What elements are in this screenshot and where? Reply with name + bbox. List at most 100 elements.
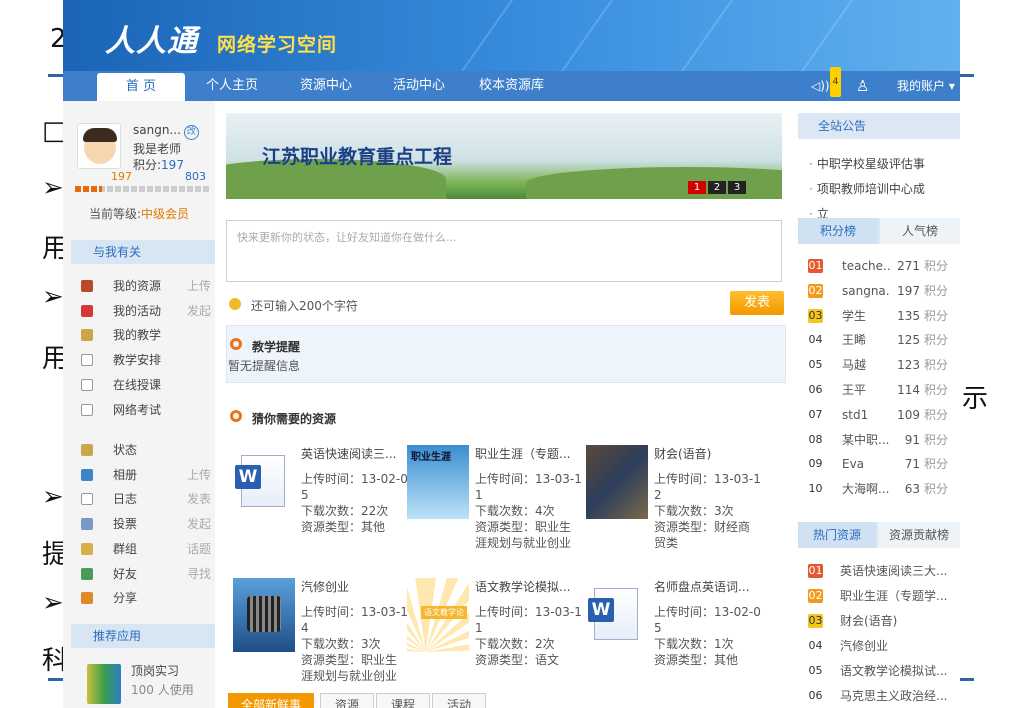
tab-hot-resources[interactable]: 热门资源 xyxy=(798,522,876,548)
rank-name[interactable]: teache... xyxy=(842,256,890,276)
tab-home[interactable]: 首 页 xyxy=(97,73,185,101)
tab-points-rank[interactable]: 积分榜 xyxy=(798,218,878,244)
social-item[interactable]: 群组 话题 xyxy=(81,539,211,559)
resource-title[interactable]: 语文教学论模拟... xyxy=(475,578,585,595)
rank-name[interactable]: 王睎 xyxy=(842,330,890,350)
ranking-row[interactable]: 06 王平 114 积分 xyxy=(808,380,958,400)
announcement-item[interactable]: 项职教师培训中心成 xyxy=(809,180,925,197)
resource-card[interactable]: W 英语快速阅读三... 上传时间：13-02-0 5 下载次数：22次 资源类型：… xyxy=(233,445,411,565)
rank-name[interactable]: 王平 xyxy=(842,380,890,400)
related-action[interactable]: 上传 xyxy=(187,276,211,296)
internship-app-icon[interactable] xyxy=(87,664,121,704)
ranking-row[interactable]: 05 马越 123 积分 xyxy=(808,355,958,375)
social-action[interactable]: 上传 xyxy=(187,465,211,485)
resource-card[interactable]: 汽修创业 上传时间：13-03-1 4 下载次数：3次 资源类型：职业生 涯规划与… xyxy=(233,578,411,698)
resource-card[interactable]: 职业生涯 职业生涯（专题... 上传时间：13-03-1 1 下载次数：4次 资源类… xyxy=(407,445,585,565)
related-item[interactable]: 在线授课 xyxy=(81,375,211,395)
hot-resource-row[interactable]: 03 财会(语音) xyxy=(808,611,958,631)
banner-carousel[interactable]: 江苏职业教育重点工程 123 xyxy=(226,113,782,199)
resource-title[interactable]: 名师盘点英语词... xyxy=(654,578,764,595)
hot-resource-row[interactable]: 01 英语快速阅读三大... xyxy=(808,561,958,581)
resource-title[interactable]: 汽修创业 xyxy=(301,578,411,595)
tab-activities[interactable]: 活动中心 xyxy=(393,71,445,101)
carousel-page-3[interactable]: 3 xyxy=(728,181,746,194)
resource-card[interactable]: 财会(语音) 上传时间：13-03-1 2 下载次数：3次 资源类型：财经商 贸类 xyxy=(586,445,764,565)
related-item[interactable]: 我的资源 上传 xyxy=(81,276,211,296)
social-item[interactable]: 日志 发表 xyxy=(81,489,211,509)
related-item[interactable]: 我的教学 xyxy=(81,325,211,345)
account-menu[interactable]: 我的账户 ▾ xyxy=(897,71,955,101)
app-name[interactable]: 顶岗实习 xyxy=(131,662,179,679)
post-button[interactable]: 发表 xyxy=(730,291,784,315)
ranking-row[interactable]: 03 学生 135 积分 xyxy=(808,306,958,326)
rank-name[interactable]: 某中职... xyxy=(842,430,890,450)
social-item[interactable]: 好友 寻找 xyxy=(81,564,211,584)
resource-card[interactable]: 语文教学论 语文教学论模拟... 上传时间：13-03-1 1 下载次数：2次 资源… xyxy=(407,578,585,698)
hot-resource-title[interactable]: 马克思主义政治经... xyxy=(840,686,952,706)
social-item[interactable]: 投票 发起 xyxy=(81,514,211,534)
tab-school-library[interactable]: 校本资源库 xyxy=(479,71,544,101)
logo-text[interactable]: 网络学习空间 xyxy=(217,30,337,57)
resource-thumbnail[interactable]: W xyxy=(586,578,648,652)
section-related[interactable]: 与我有关 xyxy=(71,240,215,264)
hot-resource-title[interactable]: 汽修创业 xyxy=(840,636,952,656)
logo-script[interactable]: 人人通 xyxy=(105,16,198,60)
tab-resources[interactable]: 资源中心 xyxy=(300,71,352,101)
ranking-row[interactable]: 02 sangna... 197 积分 xyxy=(808,281,958,301)
rank-name[interactable]: 学生 xyxy=(842,306,890,326)
tab-popularity-rank[interactable]: 人气榜 xyxy=(880,218,960,244)
social-item[interactable]: 状态 xyxy=(81,440,211,460)
hot-resource-title[interactable]: 语文教学论模拟试... xyxy=(840,661,952,681)
rank-name[interactable]: std1 xyxy=(842,405,890,425)
carousel-page-1[interactable]: 1 xyxy=(688,181,706,194)
resource-title[interactable]: 职业生涯（专题... xyxy=(475,445,585,462)
person-icon[interactable]: ♙ xyxy=(856,71,869,101)
hot-resource-title[interactable]: 英语快速阅读三大... xyxy=(840,561,952,581)
rank-name[interactable]: 大海啊... xyxy=(842,479,890,499)
social-action[interactable]: 话题 xyxy=(187,539,211,559)
tab-contributors[interactable]: 资源贡献榜 xyxy=(878,522,960,548)
announcements-title[interactable]: 全站公告 xyxy=(818,113,866,139)
avatar[interactable] xyxy=(77,123,121,169)
related-item[interactable]: 我的活动 发起 xyxy=(81,301,211,321)
resource-thumbnail[interactable] xyxy=(586,445,648,519)
related-item[interactable]: 教学安排 xyxy=(81,350,211,370)
social-action[interactable]: 发表 xyxy=(187,489,211,509)
hot-resource-row[interactable]: 02 职业生涯（专题学... xyxy=(808,586,958,606)
hot-resource-row[interactable]: 04 汽修创业 xyxy=(808,636,958,656)
resource-thumbnail[interactable] xyxy=(233,578,295,652)
resource-card[interactable]: W 名师盘点英语词... 上传时间：13-02-0 5 下载次数：1次 资源类型：其… xyxy=(586,578,764,698)
speaker-icon[interactable]: ◁)) 4 xyxy=(811,67,842,101)
social-action[interactable]: 发起 xyxy=(187,514,211,534)
hot-resource-row[interactable]: 06 马克思主义政治经... xyxy=(808,686,958,706)
smiley-icon[interactable] xyxy=(229,298,241,310)
rank-name[interactable]: Eva xyxy=(842,454,890,474)
related-action[interactable]: 发起 xyxy=(187,301,211,321)
resource-thumbnail[interactable]: W xyxy=(233,445,295,519)
ranking-row[interactable]: 01 teache... 271 积分 xyxy=(808,256,958,276)
social-item[interactable]: 分享 xyxy=(81,588,211,608)
resource-thumbnail[interactable]: 职业生涯 xyxy=(407,445,469,519)
ranking-row[interactable]: 07 std1 109 积分 xyxy=(808,405,958,425)
rank-name[interactable]: sangna... xyxy=(842,281,890,301)
resource-title[interactable]: 英语快速阅读三... xyxy=(301,445,411,462)
ranking-row[interactable]: 04 王睎 125 积分 xyxy=(808,330,958,350)
ranking-row[interactable]: 10 大海啊... 63 积分 xyxy=(808,479,958,499)
ranking-row[interactable]: 09 Eva 71 积分 xyxy=(808,454,958,474)
status-input[interactable]: 快来更新你的状态，让好友知道你在做什么... xyxy=(226,220,782,282)
announcement-item[interactable]: 中职学校星级评估事 xyxy=(809,155,925,172)
user-name[interactable]: sangn... xyxy=(133,123,181,137)
edit-profile-icon[interactable]: 改 xyxy=(183,125,199,140)
hot-resource-title[interactable]: 职业生涯（专题学... xyxy=(840,586,952,606)
tab-personal[interactable]: 个人主页 xyxy=(206,71,258,101)
hot-resource-title[interactable]: 财会(语音) xyxy=(840,611,952,631)
ranking-row[interactable]: 08 某中职... 91 积分 xyxy=(808,430,958,450)
resource-title[interactable]: 财会(语音) xyxy=(654,445,764,462)
related-item[interactable]: 网络考试 xyxy=(81,400,211,420)
resource-thumbnail[interactable]: 语文教学论 xyxy=(407,578,469,652)
rank-name[interactable]: 马越 xyxy=(842,355,890,375)
social-action[interactable]: 寻找 xyxy=(187,564,211,584)
carousel-page-2[interactable]: 2 xyxy=(708,181,726,194)
social-item[interactable]: 相册 上传 xyxy=(81,465,211,485)
hot-resource-row[interactable]: 05 语文教学论模拟试... xyxy=(808,661,958,681)
